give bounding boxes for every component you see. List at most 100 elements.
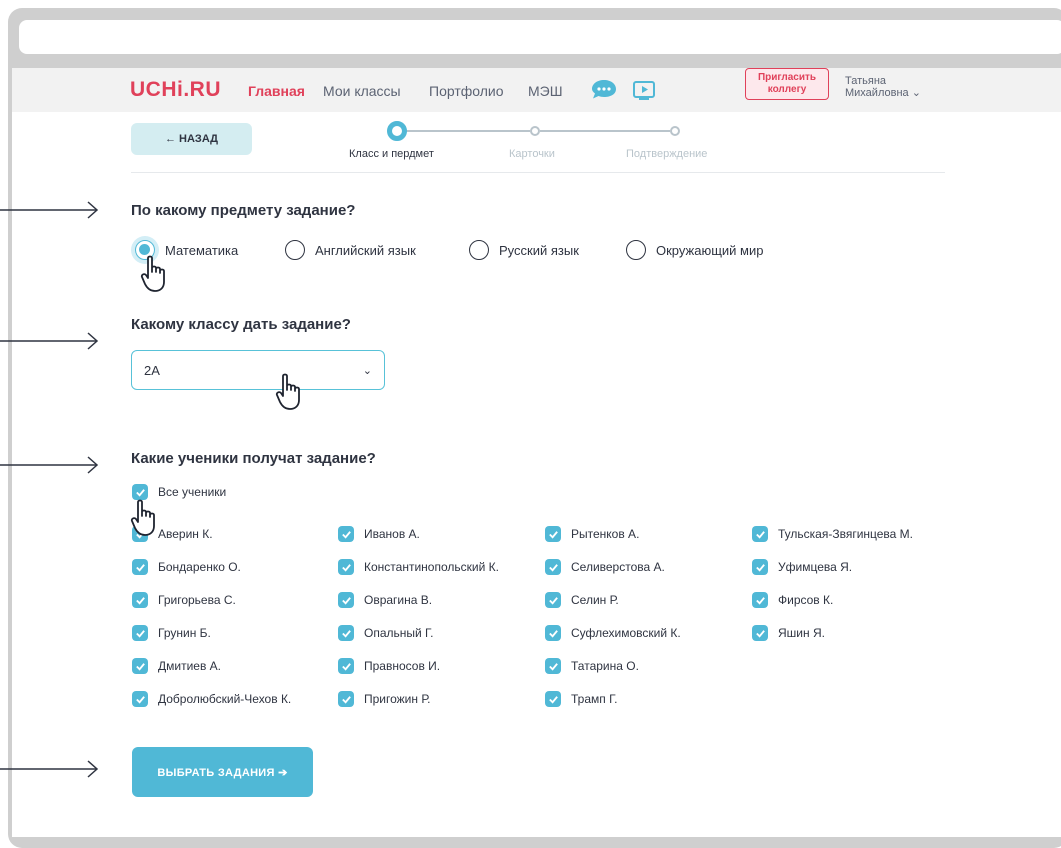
checkbox-checked-icon[interactable]	[338, 592, 354, 608]
student-checkbox[interactable]: Селин Р.	[545, 592, 619, 608]
student-name: Уфимцева Я.	[778, 560, 853, 574]
radio-russian[interactable]: Русский язык	[469, 238, 579, 262]
checkbox-checked-icon[interactable]	[132, 625, 148, 641]
student-name: Бондаренко О.	[158, 560, 241, 574]
arrow-right-icon	[0, 456, 99, 474]
student-checkbox[interactable]: Фирсов К.	[752, 592, 833, 608]
student-name: Селиверстова А.	[571, 560, 665, 574]
invite-colleague-button[interactable]: Пригласить коллегу	[745, 68, 829, 100]
step-dot	[530, 126, 540, 136]
student-name: Татарина О.	[571, 659, 639, 673]
invite-label-line2: коллегу	[767, 84, 807, 95]
student-checkbox[interactable]: Суфлехимовский К.	[545, 625, 681, 641]
hand-cursor-icon	[140, 255, 165, 292]
divider	[131, 172, 945, 173]
student-checkbox[interactable]: Бондаренко О.	[132, 559, 241, 575]
student-name: Рытенков А.	[571, 527, 640, 541]
student-checkbox[interactable]: Правносов И.	[338, 658, 440, 674]
student-name: Суфлехимовский К.	[571, 626, 681, 640]
video-icon[interactable]	[632, 79, 656, 101]
student-checkbox[interactable]: Грунин Б.	[132, 625, 211, 641]
student-checkbox[interactable]: Тульская-Звягинцева М.	[752, 526, 913, 542]
student-name: Опальный Г.	[364, 626, 434, 640]
user-menu[interactable]: Татьяна Михайловна ⌄	[845, 75, 921, 99]
radio-label: Математика	[165, 242, 239, 258]
arrow-right-icon	[0, 332, 99, 350]
student-name: Григорьева С.	[158, 593, 236, 607]
choose-tasks-button[interactable]: ВЫБРАТЬ ЗАДАНИЯ ➔	[132, 747, 313, 797]
step-label-cards: Карточки	[509, 148, 555, 160]
address-bar[interactable]	[19, 20, 1061, 54]
student-checkbox[interactable]: Дмитиев А.	[132, 658, 221, 674]
student-checkbox[interactable]: Рытенков А.	[545, 526, 639, 542]
arrow-right-icon	[0, 201, 99, 219]
student-name: Иванов А.	[364, 527, 420, 541]
hand-cursor-icon	[130, 499, 155, 536]
radio-button[interactable]	[626, 240, 646, 260]
student-checkbox[interactable]: Иванов А.	[338, 526, 420, 542]
student-name: Яшин Я.	[778, 626, 825, 640]
nav-item-my-classes[interactable]: Мои классы	[323, 83, 401, 99]
checkbox-checked-icon[interactable]	[338, 658, 354, 674]
checkbox-checked-icon[interactable]	[338, 559, 354, 575]
page-content	[12, 112, 1061, 837]
checkbox-checked-icon[interactable]	[752, 559, 768, 575]
checkbox-checked-icon[interactable]	[752, 592, 768, 608]
subject-question-title: По какому предмету задание?	[131, 202, 356, 219]
student-checkbox[interactable]: Селиверстова А.	[545, 559, 665, 575]
student-checkbox[interactable]: Оврагина В.	[338, 592, 432, 608]
student-name: Добролюбский-Чехов К.	[158, 692, 292, 706]
checkbox-checked-icon[interactable]	[338, 625, 354, 641]
checkbox-checked-icon[interactable]	[545, 559, 561, 575]
chat-icon[interactable]	[590, 78, 618, 100]
checkbox-checked-icon[interactable]	[545, 592, 561, 608]
checkbox-checked-icon[interactable]	[752, 526, 768, 542]
step-label-confirmation: Подтверждение	[626, 148, 708, 160]
radio-button[interactable]	[285, 240, 305, 260]
class-question-title: Какому классу дать задание?	[131, 316, 351, 333]
checkbox-checked-icon[interactable]	[132, 658, 148, 674]
site-logo[interactable]: UCHi.RU	[130, 78, 221, 102]
checkbox-checked-icon[interactable]	[338, 526, 354, 542]
checkbox-checked-icon[interactable]	[132, 691, 148, 707]
stepper-line	[540, 130, 670, 132]
radio-label: Английский язык	[315, 242, 416, 258]
student-checkbox[interactable]: Яшин Я.	[752, 625, 825, 641]
student-checkbox[interactable]: Опальный Г.	[338, 625, 433, 641]
student-name: Трамп Г.	[571, 692, 618, 706]
user-first-name: Татьяна	[845, 75, 887, 87]
checkbox-checked-icon[interactable]	[545, 658, 561, 674]
nav-item-portfolio[interactable]: Портфолио	[429, 83, 504, 99]
student-name: Правносов И.	[364, 659, 441, 673]
checkbox-checked-icon[interactable]	[132, 559, 148, 575]
step-dot-active	[387, 121, 407, 141]
radio-english[interactable]: Английский язык	[285, 238, 416, 262]
nav-item-mesh[interactable]: МЭШ	[528, 83, 563, 99]
student-name: Фирсов К.	[778, 593, 834, 607]
student-checkbox[interactable]: Пригожин Р.	[338, 691, 430, 707]
step-dot	[670, 126, 680, 136]
stepper-line	[405, 130, 530, 132]
user-last-name: Михайловна ⌄	[845, 87, 921, 99]
student-checkbox[interactable]: Добролюбский-Чехов К.	[132, 691, 291, 707]
radio-button[interactable]	[469, 240, 489, 260]
checkbox-label: Все ученики	[158, 485, 227, 499]
student-checkbox[interactable]: Константинопольский К.	[338, 559, 499, 575]
class-select[interactable]: 2А ⌄	[131, 350, 385, 390]
checkbox-checked-icon[interactable]	[545, 625, 561, 641]
student-checkbox[interactable]: Трамп Г.	[545, 691, 617, 707]
student-checkbox[interactable]: Татарина О.	[545, 658, 639, 674]
nav-item-home[interactable]: Главная	[248, 83, 305, 99]
checkbox-checked-icon[interactable]	[545, 691, 561, 707]
student-checkbox[interactable]: Уфимцева Я.	[752, 559, 852, 575]
student-name: Дмитиев А.	[158, 659, 221, 673]
checkbox-checked-icon[interactable]	[545, 526, 561, 542]
checkbox-checked-icon[interactable]	[338, 691, 354, 707]
radio-world[interactable]: Окружающий мир	[626, 238, 763, 262]
student-checkbox[interactable]: Григорьева С.	[132, 592, 236, 608]
student-name: Пригожин Р.	[364, 692, 431, 706]
checkbox-checked-icon[interactable]	[752, 625, 768, 641]
checkbox-checked-icon[interactable]	[132, 592, 148, 608]
back-button[interactable]: ← НАЗАД	[131, 123, 252, 155]
student-name: Аверин К.	[158, 527, 213, 541]
